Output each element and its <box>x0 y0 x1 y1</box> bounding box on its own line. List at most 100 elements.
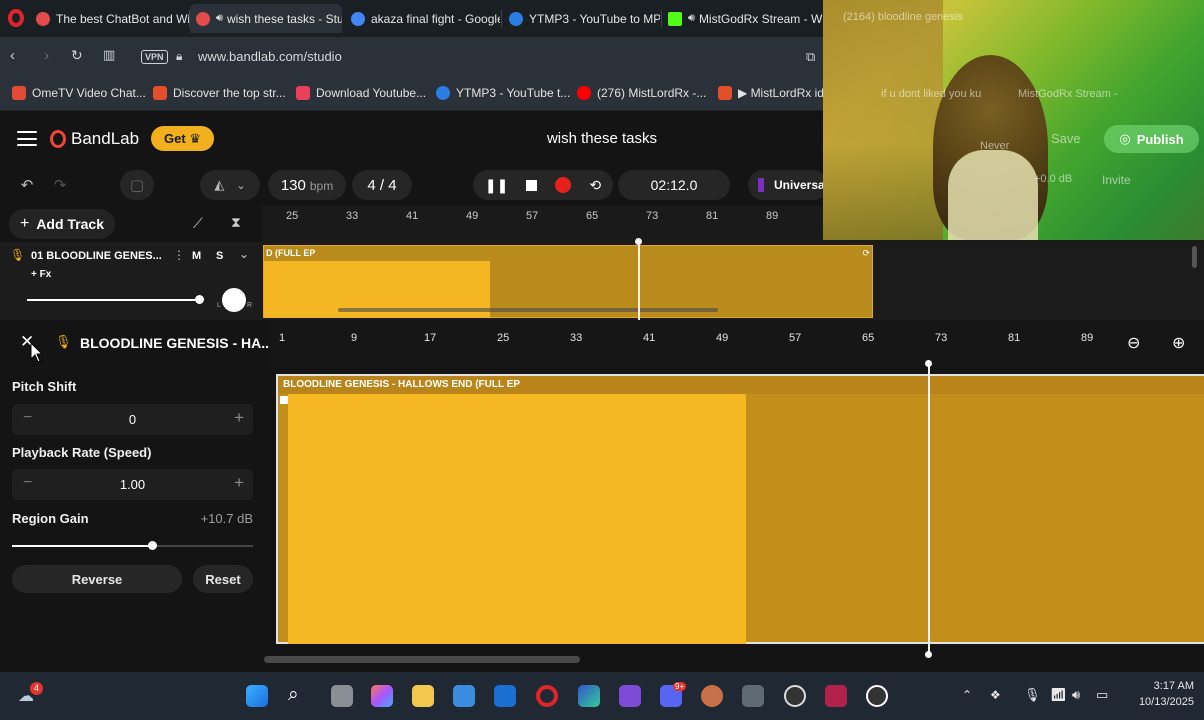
track-name[interactable]: 01 BLOODLINE GENES... <box>31 250 162 262</box>
store-icon[interactable] <box>453 685 475 707</box>
browser-tab[interactable]: YTMP3 - YouTube to MP3 <box>503 4 660 33</box>
file-explorer-icon[interactable] <box>412 685 434 707</box>
get-membership-button[interactable]: Get ♛ <box>151 126 214 151</box>
menu-icon[interactable] <box>17 131 37 146</box>
volume-thumb[interactable] <box>195 295 204 304</box>
audio-region-editor[interactable]: BLOODLINE GENESIS - HALLOWS END (FULL EP <box>276 374 1204 644</box>
undo-icon[interactable]: ↶ <box>13 170 41 200</box>
loop-handle-icon[interactable]: ⟳ <box>862 248 870 259</box>
publish-button[interactable]: ◎ Publish <box>1104 125 1199 153</box>
app-icon[interactable] <box>825 685 847 707</box>
gain-thumb[interactable] <box>147 541 157 550</box>
zoom-out-icon[interactable]: ⊖ <box>1127 333 1140 353</box>
solo-button[interactable]: S <box>216 250 223 262</box>
editor-ruler[interactable] <box>270 320 1204 366</box>
zoom-in-icon[interactable]: ⊕ <box>1172 333 1185 353</box>
reverse-button[interactable]: Reverse <box>12 565 182 593</box>
wifi-icon[interactable]: 📶︎ <box>1050 687 1067 703</box>
task-view-icon[interactable] <box>331 685 353 707</box>
fit-icon[interactable]: ⧗ <box>231 214 241 231</box>
tool-icon[interactable]: ▢ <box>120 170 154 200</box>
url-field[interactable]: www.bandlab.com/studio <box>198 49 342 64</box>
save-button[interactable]: Save <box>1051 131 1081 146</box>
tempo-field[interactable]: 130 bpm <box>268 170 346 200</box>
back-icon[interactable]: ‹ <box>10 47 15 64</box>
add-track-button[interactable]: + Add Track <box>9 209 115 239</box>
time-signature-field[interactable]: 4 / 4 <box>352 170 412 200</box>
bookmark-item[interactable]: Download Youtube... <box>296 86 426 100</box>
volume-icon[interactable]: 🔊︎ <box>1072 687 1080 703</box>
region-trim-handle[interactable] <box>280 396 288 404</box>
reader-icon[interactable]: ▥ <box>103 47 115 63</box>
lock-icon[interactable]: 🔒︎ <box>176 49 182 64</box>
ruler-label: 81 <box>706 210 719 222</box>
stop-icon[interactable] <box>526 179 538 191</box>
region-gain-slider[interactable] <box>12 541 253 550</box>
volume-slider[interactable] <box>27 299 199 301</box>
bandlab-logo[interactable]: BandLab <box>50 129 139 149</box>
browser-tab-active[interactable]: 🔊︎ wish these tasks - Stu <box>190 4 342 33</box>
pitch-shift-value[interactable]: 0 <box>12 412 253 427</box>
browser-tab[interactable]: 🔊︎ MistGodRx Stream - W <box>662 4 822 33</box>
forward-icon[interactable]: › <box>44 47 49 64</box>
universal-preset-button[interactable]: Universal <box>748 170 828 200</box>
mic-icon[interactable]: 🎙︎ <box>1024 687 1041 703</box>
opera-logo-icon[interactable] <box>8 9 24 27</box>
obs-icon[interactable] <box>784 685 806 707</box>
chevron-down-icon[interactable]: ⌄ <box>239 247 249 261</box>
reset-button[interactable]: Reset <box>193 565 253 593</box>
playhead-handle[interactable] <box>635 238 642 245</box>
media-player-icon[interactable] <box>866 685 888 707</box>
pause-icon[interactable]: ❚❚ <box>485 177 508 194</box>
record-icon[interactable] <box>555 177 572 193</box>
bookmark-item[interactable]: Discover the top str... <box>153 86 286 100</box>
track-scrollbar[interactable] <box>338 308 718 312</box>
mute-button[interactable]: M <box>192 250 201 262</box>
more-icon[interactable]: ⋮ <box>173 248 185 262</box>
clock-date[interactable]: 10/13/2025 <box>1124 696 1194 708</box>
clock-time[interactable]: 3:17 AM <box>1130 680 1194 692</box>
editor-horizontal-scrollbar[interactable] <box>264 656 580 663</box>
battery-icon[interactable]: ▭ <box>1096 687 1108 703</box>
editor-playhead-handle[interactable] <box>925 651 932 658</box>
bookmark-item[interactable]: (276) MistLordRx -... <box>577 86 706 100</box>
windows-start-icon[interactable] <box>246 685 268 707</box>
pan-knob[interactable] <box>222 288 246 312</box>
vertical-scrollbar[interactable] <box>1192 246 1197 268</box>
browser-tab[interactable]: akaza final fight - Google <box>345 4 500 33</box>
project-title[interactable]: wish these tasks <box>500 130 704 147</box>
snapshot-icon[interactable]: ⧉ <box>806 49 815 65</box>
bookmark-item[interactable]: OmeTV Video Chat... <box>12 86 146 100</box>
plus-icon[interactable]: + <box>234 473 244 493</box>
dropbox-icon[interactable]: ❖ <box>990 688 1001 702</box>
app-icon[interactable] <box>701 685 723 707</box>
search-icon[interactable]: ⌕ <box>288 684 299 706</box>
playhead[interactable] <box>638 242 640 320</box>
editor-playhead-handle[interactable] <box>925 360 932 367</box>
edge-icon[interactable] <box>578 685 600 707</box>
loop-icon[interactable]: ⟲ <box>589 177 601 194</box>
bookmark-item[interactable]: YTMP3 - YouTube t... <box>436 86 570 100</box>
outlook-icon[interactable] <box>494 685 516 707</box>
copilot-icon[interactable] <box>371 685 393 707</box>
chevron-up-icon[interactable]: ⌃ <box>962 688 972 702</box>
redo-icon[interactable]: ↷ <box>46 170 74 200</box>
add-fx-button[interactable]: + Fx <box>31 269 51 280</box>
metronome-dropdown[interactable]: ◭ ⌄ <box>200 170 260 200</box>
playback-rate-value[interactable]: 1.00 <box>12 477 253 492</box>
playback-rate-stepper[interactable]: − 1.00 + <box>12 469 253 500</box>
plus-icon[interactable]: + <box>234 408 244 428</box>
browser-tab[interactable]: The best ChatBot and Wid <box>30 4 190 33</box>
ruler-label: 33 <box>570 332 583 344</box>
clipchamp-icon[interactable] <box>619 685 641 707</box>
camera-icon[interactable] <box>742 685 764 707</box>
vpn-badge[interactable]: VPN <box>141 50 168 64</box>
automation-icon[interactable]: ⟋ <box>193 215 203 232</box>
opera-taskbar-icon[interactable] <box>536 685 558 707</box>
region-selection[interactable] <box>288 394 746 644</box>
invite-button[interactable]: Invite <box>1102 173 1131 187</box>
pitch-shift-stepper[interactable]: − 0 + <box>12 404 253 435</box>
editor-playhead[interactable] <box>928 366 930 654</box>
track-header[interactable]: 🎙︎ 01 BLOODLINE GENES... ⋮ M S ⌄ + Fx L … <box>0 242 262 320</box>
reload-icon[interactable]: ↻ <box>71 47 83 64</box>
